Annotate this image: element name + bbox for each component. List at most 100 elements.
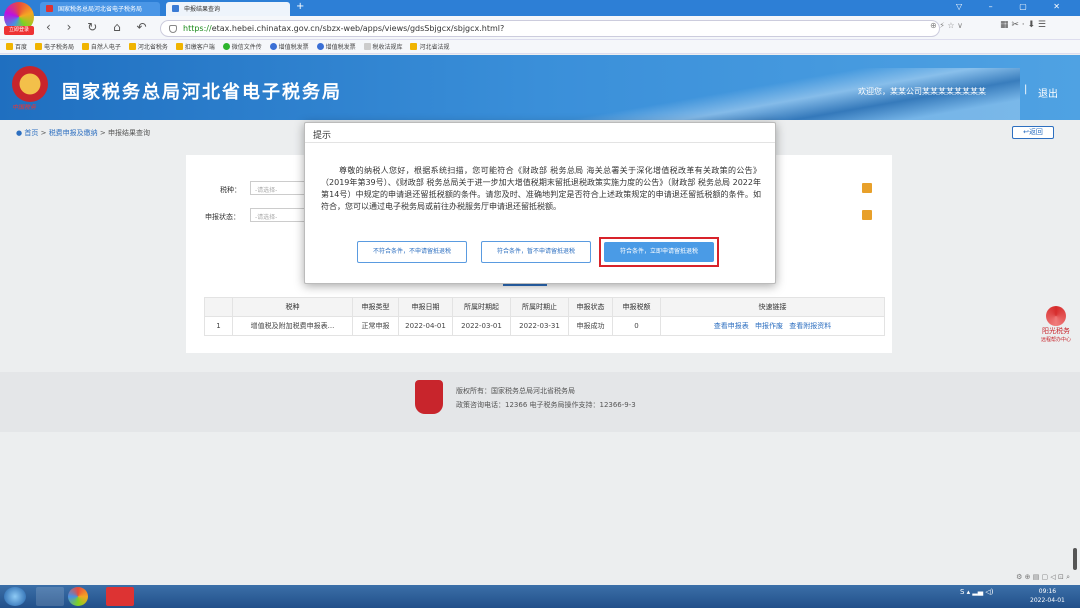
system-tray[interactable]: S ▴ ▂▄ ◁) <box>960 588 994 596</box>
bookmark-icon <box>6 43 13 50</box>
row-period-end: 2022-03-31 <box>510 316 569 336</box>
welcome-text: 欢迎您，某某公司某某某某某某某某 <box>858 87 986 96</box>
login-badge[interactable]: 立即登录 <box>4 26 34 35</box>
bookmark-icon <box>316 43 324 50</box>
column-header: 申报日期 <box>398 297 453 317</box>
tax-bureau-logo-icon <box>415 380 443 414</box>
bookmark-item[interactable]: 增值税发票 <box>316 42 356 51</box>
tab-favicon-icon <box>46 5 53 12</box>
column-header: 申报税额 <box>612 297 661 317</box>
row-type: 正常申报 <box>352 316 399 336</box>
column-header: 税种 <box>232 297 353 317</box>
not-qualified-button[interactable]: 不符合条件，不申请留抵退税 <box>357 241 467 263</box>
browser-tab-bar <box>0 0 1080 16</box>
row-period-start: 2022-03-01 <box>452 316 511 336</box>
row-tax: 增值税及附加税费申报表... <box>232 316 353 336</box>
bookmark-item[interactable]: 河北省税务 <box>128 42 168 51</box>
copyright-text: 版权所有：国家税务总局河北省税务局 <box>456 387 575 395</box>
breadcrumb-home[interactable]: 首页 <box>24 129 38 137</box>
hotline-text: 政策咨询电话：12366 电子税务局操作支持：12366-9-3 <box>456 401 636 409</box>
logout-link[interactable]: 退出 <box>1038 85 1058 100</box>
tab-label: 申报结果查询 <box>184 6 221 13</box>
url-text: etax.hebei.chinatax.gov.cn/sbzx-web/apps… <box>211 24 505 33</box>
column-header: 快速链接 <box>660 297 885 317</box>
clock-date: 2022-04-01 <box>1030 597 1065 604</box>
results-table: 税种 申报类型 申报日期 所属时期起 所属时期止 申报状态 申报税额 快速链接 … <box>204 297 885 336</box>
bookmark-item[interactable]: 税收法规库 <box>363 42 403 51</box>
taskbar-clock: 09:16 2022-04-01 <box>1030 587 1065 605</box>
page-scrollbar[interactable] <box>1073 548 1077 570</box>
table-row: 1 增值税及附加税费申报表... 正常申报 2022-04-01 2022-03… <box>204 316 885 336</box>
clock-time: 09:16 <box>1038 588 1057 595</box>
tax-emblem-icon <box>12 66 48 102</box>
tax-type-label: 税种： <box>220 186 241 194</box>
apply-refund-now-button[interactable]: 符合条件，立即申请留抵退税 <box>604 242 714 262</box>
back-button[interactable]: ↩返回 <box>1012 126 1054 139</box>
browser-status-bar: ⚙ ⊕ ▤ ▢ ◁ ⊡ ⌕ <box>0 573 1080 585</box>
window-controls[interactable]: ▽ – ▢ ✕ <box>956 2 1072 11</box>
browser-menu-icons[interactable]: ▦ ✂ · ⬇ ☰ <box>1000 20 1046 30</box>
tab-declaration-query[interactable]: 申报结果查询 <box>166 2 290 16</box>
url-scheme: https:// <box>183 24 212 33</box>
wps-taskbar-icon[interactable] <box>106 587 134 606</box>
view-declaration-link[interactable]: 查看申报表 <box>714 322 749 330</box>
new-tab-button[interactable]: + <box>296 1 304 12</box>
bookmark-item[interactable]: 河北省法规 <box>410 42 449 51</box>
calendar-icon[interactable] <box>862 183 872 193</box>
tab-favicon-icon <box>172 5 179 12</box>
dialog-title: 提示 <box>305 123 775 143</box>
address-bar[interactable]: https://etax.hebei.chinatax.gov.cn/sbzx-… <box>160 20 940 37</box>
qualified-not-apply-button[interactable]: 符合条件，暂不申请留抵退税 <box>481 241 591 263</box>
row-quick-links: 查看申报表 申报作废 查看附报资料 <box>660 316 885 336</box>
bookmark-icon <box>363 43 371 50</box>
tax-type-select[interactable]: -请选择- <box>250 181 306 195</box>
bookmark-icon <box>81 43 89 50</box>
breadcrumb-current: 申报结果查询 <box>108 129 151 137</box>
sunshine-logo-icon <box>1046 306 1066 326</box>
bookmarks-bar: 百度 电子税务局 自然人电子 河北省税务 扣缴客户端 微信文件传 增值税发票 增… <box>0 40 1080 54</box>
highlight-box: 符合条件，立即申请留抵退税 <box>599 237 719 267</box>
address-bar-icons[interactable]: ⊕ ⚡ ☆ ∨ <box>930 21 963 30</box>
breadcrumb-tax-declaration[interactable]: 税费申报及缴纳 <box>49 129 98 137</box>
windows-taskbar <box>0 585 1080 608</box>
bookmark-icon <box>34 43 42 50</box>
void-declaration-link[interactable]: 申报作废 <box>755 322 783 330</box>
row-index: 1 <box>204 316 233 336</box>
site-title: 国家税务总局河北省电子税务局 <box>62 82 342 103</box>
column-header: 所属时期起 <box>452 297 511 317</box>
security-shield-icon <box>169 25 177 33</box>
tab-label: 国家税务总局河北省电子税务局 <box>58 6 143 13</box>
breadcrumb: ● 首页 > 税费申报及缴纳 > 申报结果查询 <box>16 129 151 137</box>
emblem-caption: 中国税务 <box>12 104 37 111</box>
bookmark-icon <box>410 43 418 50</box>
browser-taskbar-icon[interactable] <box>68 587 88 606</box>
location-pin-icon: ● <box>16 129 23 137</box>
calendar-icon[interactable] <box>862 210 872 220</box>
status-select[interactable]: -请选择- <box>250 208 306 222</box>
bookmark-item[interactable]: 百度 <box>6 42 27 51</box>
dialog-message: 尊敬的纳税人您好，根据系统扫描，您可能符合《财政部 税务总局 海关总署关于深化增… <box>321 166 761 211</box>
bookmark-icon <box>128 43 136 50</box>
status-label: 申报状态： <box>205 213 240 221</box>
view-attachments-link[interactable]: 查看附报资料 <box>789 322 831 330</box>
bookmark-item[interactable]: 电子税务局 <box>34 42 74 51</box>
bookmark-icon <box>269 43 277 50</box>
footer-text: 版权所有：国家税务总局河北省税务局 政策咨询电话：12366 电子税务局操作支持… <box>456 384 636 412</box>
bookmark-item[interactable]: 增值税发票 <box>269 42 309 51</box>
column-header: 申报状态 <box>568 297 613 317</box>
row-status: 申报成功 <box>568 316 613 336</box>
bookmark-icon <box>222 43 230 50</box>
tab-hebei-etax[interactable]: 国家税务总局河北省电子税务局 <box>40 2 160 16</box>
bookmark-icon <box>175 43 183 50</box>
bookmark-item[interactable]: 扣缴客户端 <box>175 42 215 51</box>
header-separator: | <box>1024 84 1028 95</box>
sunshine-tax-badge[interactable]: 阳光税务 远程帮办中心 <box>1040 306 1072 348</box>
bookmark-item[interactable]: 自然人电子 <box>81 42 121 51</box>
table-header-row: 税种 申报类型 申报日期 所属时期起 所属时期止 申报状态 申报税额 快速链接 <box>204 297 885 317</box>
bookmark-item[interactable]: 微信文件传 <box>222 42 262 51</box>
file-explorer-icon[interactable] <box>36 587 64 606</box>
row-amount: 0 <box>612 316 661 336</box>
tax-refund-prompt-dialog: 提示 尊敬的纳税人您好，根据系统扫描，您可能符合《财政部 税务总局 海关总署关于… <box>304 122 776 284</box>
start-button-icon[interactable] <box>4 587 26 606</box>
column-header: 申报类型 <box>352 297 399 317</box>
